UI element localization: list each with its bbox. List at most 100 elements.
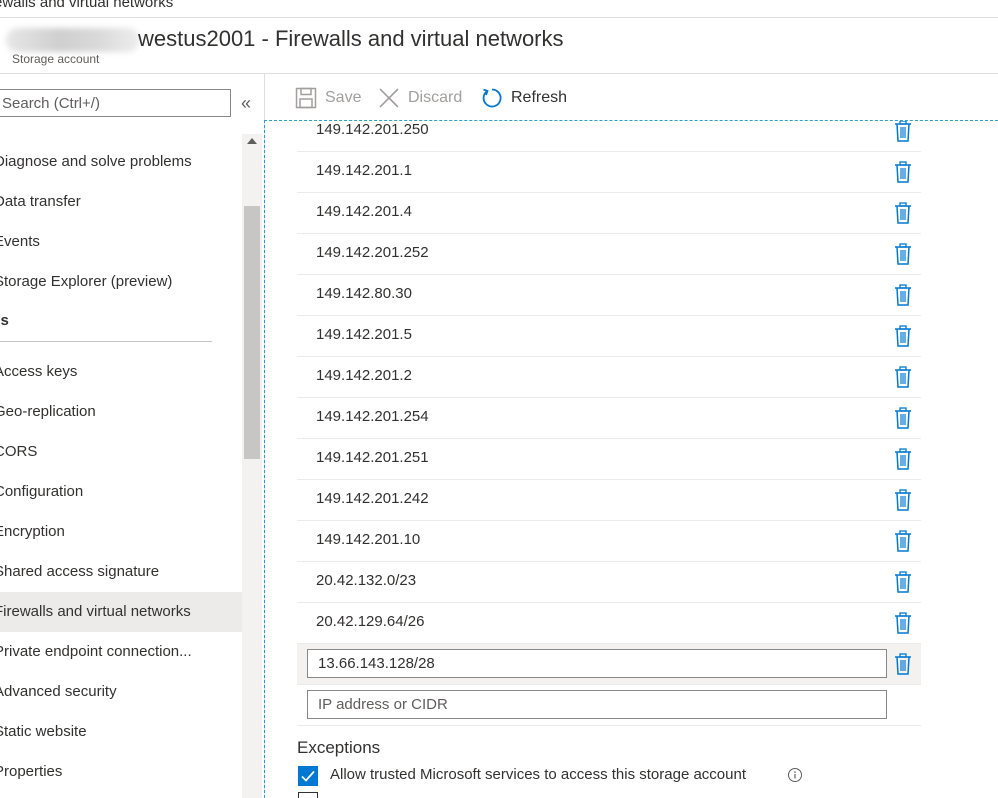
scroll-up-arrow-icon[interactable]: [247, 138, 257, 144]
save-button[interactable]: Save: [295, 86, 361, 110]
sidebar-section-label: ings: [0, 312, 9, 329]
ip-range-row: 149.142.201.251: [297, 439, 921, 480]
save-label: Save: [325, 89, 362, 106]
blade-header: westus2001 - Firewalls and virtual netwo…: [0, 18, 998, 74]
sidebar-item-label: Storage Explorer (preview): [0, 273, 173, 290]
ip-range-value: 149.142.201.5: [316, 326, 412, 343]
sidebar-item-diagnose[interactable]: Diagnose and solve problems: [0, 142, 242, 182]
delete-icon[interactable]: [894, 407, 912, 429]
sidebar-item-label: Properties: [0, 763, 63, 780]
delete-icon[interactable]: [894, 530, 912, 552]
ip-range-value: 149.142.201.251: [316, 449, 429, 466]
sidebar-item-shared-access-signature[interactable]: Shared access signature: [0, 552, 242, 592]
close-icon: [379, 88, 399, 108]
sidebar-section-settings: ings: [0, 302, 242, 352]
breadcrumb-text: ewalls and virtual networks: [0, 0, 174, 11]
ip-range-value: 20.42.132.0/23: [316, 572, 417, 589]
sidebar-item-label: Firewalls and virtual networks: [0, 603, 191, 620]
sidebar: « Diagnose and solve problems Data trans…: [0, 74, 265, 798]
refresh-icon: [482, 88, 502, 108]
search-input[interactable]: [0, 89, 231, 117]
command-bar: Save Discard Refresh: [264, 74, 998, 120]
ip-range-row: 149.142.201.5: [297, 316, 921, 357]
ip-range-row: 149.142.201.250: [297, 121, 921, 152]
delete-icon[interactable]: [894, 243, 912, 265]
collapse-sidebar-button[interactable]: «: [241, 94, 251, 112]
ip-range-value: 149.142.201.10: [316, 531, 421, 548]
delete-icon[interactable]: [894, 202, 912, 224]
ip-range-row: 149.142.201.252: [297, 234, 921, 275]
allow-trusted-services-checkbox[interactable]: [298, 766, 318, 786]
sidebar-item-label: Encryption: [0, 523, 65, 540]
sidebar-item-label: Static website: [0, 723, 87, 740]
sidebar-item-label: Configuration: [0, 483, 84, 500]
sidebar-item-private-endpoint[interactable]: Private endpoint connection...: [0, 632, 242, 672]
ip-range-row: 149.142.80.30: [297, 275, 921, 316]
refresh-button[interactable]: Refresh: [481, 86, 567, 110]
allow-trusted-services-label: Allow trusted Microsoft services to acce…: [330, 766, 747, 783]
firewall-content: 149.142.201.250 149.142.201.1 149.142.20…: [264, 120, 998, 798]
discard-button[interactable]: Discard: [378, 86, 462, 110]
save-icon: [295, 87, 317, 109]
ip-range-value: 149.142.201.250: [316, 121, 429, 138]
delete-icon[interactable]: [894, 325, 912, 347]
ip-range-input[interactable]: [307, 649, 887, 678]
ip-range-row-editing: [297, 644, 921, 685]
ip-range-row-new: [297, 685, 921, 726]
delete-icon[interactable]: [894, 161, 912, 183]
ip-range-value: 149.142.201.252: [316, 244, 429, 261]
ip-range-value: 149.142.80.30: [316, 285, 412, 302]
exceptions-heading: Exceptions: [297, 738, 381, 757]
discard-label: Discard: [408, 89, 463, 106]
checkmark-icon: [301, 770, 315, 782]
new-ip-range-input[interactable]: [307, 690, 887, 719]
ip-range-row: 149.142.201.10: [297, 521, 921, 562]
delete-icon[interactable]: [894, 366, 912, 388]
sidebar-item-storage-explorer[interactable]: Storage Explorer (preview): [0, 262, 242, 302]
sidebar-scrollbar-thumb[interactable]: [244, 206, 260, 459]
delete-icon[interactable]: [894, 489, 912, 511]
sidebar-item-events[interactable]: Events: [0, 222, 242, 262]
section-divider: [0, 341, 212, 342]
sidebar-item-label: CORS: [0, 443, 38, 460]
delete-icon[interactable]: [894, 571, 912, 593]
sidebar-item-label: Diagnose and solve problems: [0, 153, 192, 170]
ip-range-value: 149.142.201.1: [316, 162, 412, 179]
delete-icon[interactable]: [894, 284, 912, 306]
sidebar-item-label: Access keys: [0, 363, 78, 380]
delete-icon[interactable]: [894, 121, 912, 142]
sidebar-item-geo-replication[interactable]: Geo-replication: [0, 392, 242, 432]
page-title: westus2001 - Firewalls and virtual netwo…: [138, 26, 564, 51]
sidebar-item-cors[interactable]: CORS: [0, 432, 242, 472]
sidebar-item-encryption[interactable]: Encryption: [0, 512, 242, 552]
page-subtitle: Storage account: [12, 52, 100, 66]
sidebar-item-access-keys[interactable]: Access keys: [0, 352, 242, 392]
ip-range-row: 149.142.201.1: [297, 152, 921, 193]
exception-checkbox-2[interactable]: [298, 792, 318, 798]
ip-range-row: 20.42.129.64/26: [297, 603, 921, 644]
sidebar-item-configuration[interactable]: Configuration: [0, 472, 242, 512]
sidebar-item-properties[interactable]: Properties: [0, 752, 242, 792]
sidebar-item-firewalls[interactable]: Firewalls and virtual networks: [0, 592, 242, 632]
sidebar-item-label: Events: [0, 233, 40, 250]
sidebar-item-static-website[interactable]: Static website: [0, 712, 242, 752]
sidebar-item-label: Data transfer: [0, 193, 81, 210]
ip-range-row: 149.142.201.242: [297, 480, 921, 521]
ip-range-row: 149.142.201.4: [297, 193, 921, 234]
ip-range-value: 149.142.201.242: [316, 490, 429, 507]
sidebar-item-label: Advanced security: [0, 683, 117, 700]
breadcrumb: ewalls and virtual networks: [0, 0, 998, 18]
delete-icon[interactable]: [894, 653, 912, 675]
sidebar-item-advanced-security[interactable]: Advanced security: [0, 672, 242, 712]
sidebar-item-label: Geo-replication: [0, 403, 96, 420]
refresh-label: Refresh: [511, 89, 568, 106]
delete-icon[interactable]: [894, 612, 912, 634]
sidebar-nav: Diagnose and solve problems Data transfe…: [0, 142, 242, 792]
ip-range-value: 149.142.201.254: [316, 408, 429, 425]
delete-icon[interactable]: [894, 448, 912, 470]
sidebar-item-data-transfer[interactable]: Data transfer: [0, 182, 242, 222]
sidebar-item-label: Shared access signature: [0, 563, 160, 580]
ip-range-row: 149.142.201.2: [297, 357, 921, 398]
info-icon[interactable]: [787, 767, 803, 783]
ip-range-value: 20.42.129.64/26: [316, 613, 425, 630]
